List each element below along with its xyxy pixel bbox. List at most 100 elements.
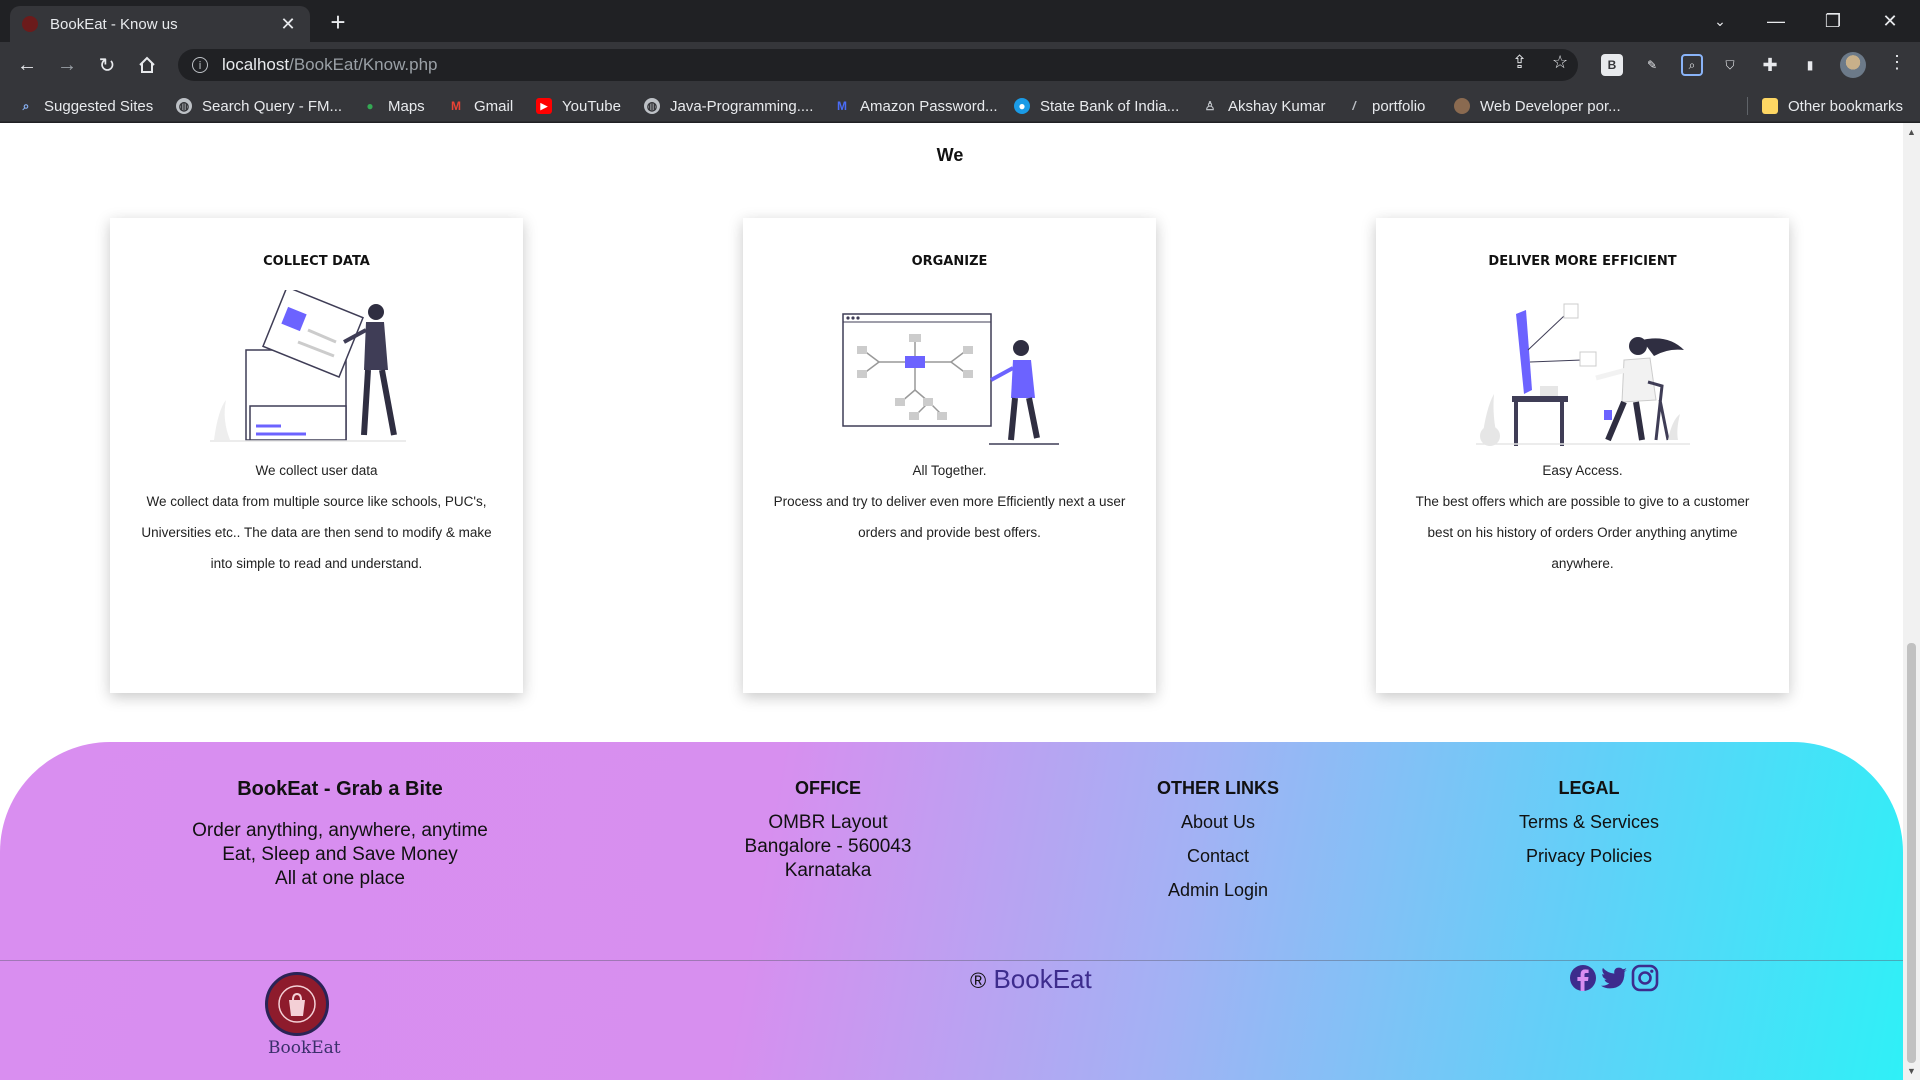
- new-tab-button[interactable]: +: [322, 6, 354, 38]
- folder-icon: [1762, 98, 1778, 114]
- sbi-icon: ●: [1014, 98, 1030, 114]
- card-text: All Together. Process and try to deliver…: [773, 463, 1126, 540]
- footer-office-line: Bangalore - 560043: [744, 836, 912, 857]
- card-deliver-more-efficient: DELIVER MORE EFFICIENT Easy Access. The …: [1376, 218, 1789, 693]
- person-filing-document-illustration: [210, 290, 406, 442]
- card-collect-data: COLLECT DATA We collect user data We col…: [110, 218, 523, 693]
- footer-link-privacy[interactable]: Privacy Policies: [1439, 839, 1739, 873]
- footer-link-contact[interactable]: Contact: [1068, 839, 1368, 873]
- scrollbar-thumb[interactable]: [1907, 643, 1916, 1063]
- page-scrollbar[interactable]: ▲ ▼: [1903, 123, 1920, 1080]
- footer-brand-line: Eat, Sleep and Save Money: [222, 844, 458, 865]
- copyright-brand-name: BookEat: [993, 964, 1092, 994]
- copyright-brand: ® BookEat: [970, 964, 1092, 995]
- profile-avatar[interactable]: [1840, 52, 1866, 78]
- footer-office-line: Karnataka: [784, 860, 872, 881]
- address-bar[interactable]: i localhost/BookEat/Know.php: [178, 49, 1578, 81]
- card-text: We collect user data We collect data fro…: [141, 463, 492, 571]
- chrome-menu-icon[interactable]: ⋮: [1888, 52, 1906, 73]
- site-info-icon[interactable]: i: [192, 57, 208, 73]
- bookmark-item[interactable]: ♙ Akshay Kumar: [1202, 95, 1326, 117]
- browser-title-bar: BookEat - Know us ✕ + ⌄ — ❐ ✕: [0, 0, 1920, 42]
- bookmark-item[interactable]: M Gmail: [448, 95, 513, 117]
- bookmark-item[interactable]: ◍ Java-Programming....: [644, 95, 813, 117]
- extension-b-icon[interactable]: B: [1601, 54, 1623, 76]
- browser-tab[interactable]: BookEat - Know us ✕: [10, 6, 310, 42]
- bookmarks-bar: ⌕ Suggested Sites ◍ Search Query - FM... ●…: [0, 88, 1920, 122]
- footer-link-about-us[interactable]: About Us: [1068, 805, 1368, 839]
- bookeat-logo[interactable]: [265, 972, 329, 1036]
- globe-icon: ◍: [176, 98, 192, 114]
- code-icon: /: [1352, 99, 1356, 113]
- bookmark-item[interactable]: ● Maps: [362, 95, 424, 117]
- instagram-icon[interactable]: [1631, 964, 1659, 992]
- tab-search-chevron-icon[interactable]: ⌄: [1692, 0, 1748, 42]
- bookmark-item[interactable]: M Amazon Password...: [834, 95, 998, 117]
- extension-pen-icon[interactable]: ✎: [1641, 54, 1663, 76]
- browser-toolbar: ← → ↻ i localhost/BookEat/Know.php ⇪ ☆ B…: [0, 42, 1920, 88]
- extension-shield-icon[interactable]: ⛉: [1719, 54, 1741, 76]
- footer-links-column: OTHER LINKS About Us Contact Admin Login: [1068, 778, 1368, 907]
- bookmark-item[interactable]: ⌕ Suggested Sites: [18, 95, 154, 117]
- bookmark-item[interactable]: ● State Bank of India...: [1014, 95, 1179, 117]
- tab-close-icon[interactable]: ✕: [278, 14, 298, 35]
- card-title: COLLECT DATA: [263, 254, 370, 269]
- footer-legal-heading: LEGAL: [1558, 778, 1620, 798]
- bookmark-item[interactable]: ◍ Search Query - FM...: [176, 95, 342, 117]
- card-title: ORGANIZE: [911, 254, 988, 269]
- footer-link-admin-login[interactable]: Admin Login: [1068, 873, 1368, 907]
- maps-pin-icon: ●: [366, 99, 374, 113]
- bookmark-item[interactable]: Web Developer por...: [1454, 95, 1621, 117]
- minimize-button[interactable]: —: [1748, 0, 1804, 42]
- m-icon: M: [837, 99, 847, 113]
- person-icon: ♙: [1204, 99, 1216, 113]
- person-with-flowchart-illustration: [842, 313, 1059, 445]
- other-bookmarks[interactable]: Other bookmarks: [1762, 95, 1903, 117]
- gmail-icon: M: [451, 99, 461, 113]
- woman-at-computer-illustration: [1476, 303, 1690, 446]
- footer-divider: [0, 960, 1903, 961]
- search-icon: ⌕: [22, 98, 30, 113]
- back-button[interactable]: ←: [12, 50, 42, 80]
- bookeat-favicon-icon: [22, 16, 38, 32]
- card-text: Easy Access. The best offers which are p…: [1415, 463, 1750, 571]
- facebook-icon[interactable]: [1569, 964, 1597, 992]
- url-path: /BookEat/Know.php: [289, 55, 438, 74]
- food-bag-icon: [278, 985, 316, 1023]
- restore-button[interactable]: ❐: [1805, 0, 1861, 42]
- footer-brand-line: All at one place: [275, 868, 405, 889]
- card-title: DELIVER MORE EFFICIENT: [1488, 254, 1677, 269]
- url-host: localhost: [222, 55, 290, 74]
- card-organize: ORGANIZE All Together. Process and try t…: [743, 218, 1156, 693]
- footer-office-line: OMBR Layout: [768, 812, 888, 833]
- twitter-icon[interactable]: [1600, 964, 1628, 992]
- side-panel-icon[interactable]: ▮: [1799, 54, 1821, 76]
- bookmark-item[interactable]: / portfolio: [1346, 95, 1425, 117]
- globe-icon: ◍: [644, 98, 660, 114]
- bookmark-item[interactable]: ▶ YouTube: [536, 95, 621, 117]
- page-viewport: We COLLECT DATA We collect user data We …: [0, 123, 1920, 1080]
- footer-brand-column: BookEat - Grab a Bite Order anything, an…: [140, 778, 540, 891]
- close-window-button[interactable]: ✕: [1862, 0, 1918, 42]
- extensions-puzzle-icon[interactable]: ✚: [1759, 54, 1781, 76]
- logo-text: BookEat: [268, 1038, 341, 1058]
- section-title: We: [936, 145, 964, 165]
- tab-title: BookEat - Know us: [50, 15, 178, 33]
- footer-legal-column: LEGAL Terms & Services Privacy Policies: [1439, 778, 1739, 873]
- home-icon: [139, 56, 155, 73]
- footer-office-column: OFFICE OMBR Layout Bangalore - 560043 Ka…: [678, 778, 978, 883]
- avatar-icon: [1454, 98, 1470, 114]
- site-footer: BookEat - Grab a Bite Order anything, an…: [0, 742, 1903, 1080]
- footer-link-terms[interactable]: Terms & Services: [1439, 805, 1739, 839]
- bookmark-star-icon[interactable]: ☆: [1552, 52, 1568, 73]
- scroll-down-arrow-icon[interactable]: ▼: [1903, 1066, 1920, 1076]
- footer-brand-line: Order anything, anywhere, anytime: [192, 820, 488, 841]
- forward-button[interactable]: →: [52, 50, 82, 80]
- footer-office-heading: OFFICE: [795, 778, 861, 798]
- extension-search-icon[interactable]: ⌕: [1681, 54, 1703, 76]
- scroll-up-arrow-icon[interactable]: ▲: [1903, 127, 1920, 137]
- share-icon[interactable]: ⇪: [1512, 52, 1527, 73]
- home-button[interactable]: [132, 50, 162, 80]
- registered-mark: ®: [970, 968, 987, 993]
- reload-button[interactable]: ↻: [92, 50, 122, 80]
